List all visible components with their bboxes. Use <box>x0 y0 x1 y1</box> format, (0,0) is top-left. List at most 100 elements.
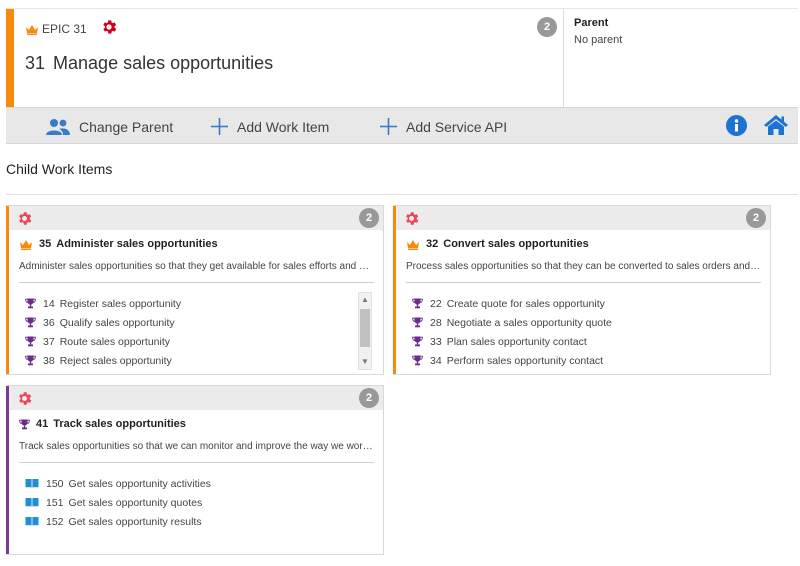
item-number: 34 <box>430 354 442 367</box>
card-title-text: Convert sales opportunities <box>443 238 589 250</box>
add-work-item-button[interactable]: Add Work Item <box>211 108 329 145</box>
card-number: 35 <box>39 238 52 250</box>
info-icon <box>726 115 747 136</box>
epic-label-row: EPIC 31 <box>25 20 118 38</box>
work-item-card[interactable]: 2 32 Convert sales opportunities Process … <box>393 205 771 375</box>
list-item[interactable]: 36 Qualify sales opportunity <box>25 313 355 332</box>
card-divider <box>19 282 374 283</box>
card-item-list: 150 Get sales opportunity activities 151 Ge… <box>25 474 355 531</box>
scroll-up-icon[interactable]: ▲ <box>359 293 371 307</box>
crown-icon <box>20 239 32 250</box>
change-parent-label: Change Parent <box>79 118 174 135</box>
card-title[interactable]: 32 Convert sales opportunities <box>406 238 589 250</box>
list-item[interactable]: 22 Create quote for sales opportunity <box>412 294 742 313</box>
card-number: 32 <box>426 238 439 250</box>
parent-value: No parent <box>574 34 623 46</box>
card-number: 41 <box>36 418 49 430</box>
list-item[interactable]: 151 Get sales opportunity quotes <box>25 493 355 512</box>
card-accent-bar <box>393 206 396 374</box>
card-title-text: Track sales opportunities <box>53 418 186 430</box>
item-label: Negotiate a sales opportunity quote <box>446 316 612 329</box>
header-main: EPIC 31 31 Manage sales opportunities 2 <box>14 9 564 107</box>
card-title-text: Administer sales opportunities <box>56 238 218 250</box>
trophy-icon <box>412 336 423 347</box>
work-item-title: Manage sales opportunities <box>53 53 274 73</box>
item-label: Plan sales opportunity contact <box>446 335 587 348</box>
add-work-item-label: Add Work Item <box>237 118 330 135</box>
header-accent-bar <box>6 9 14 107</box>
plus-icon <box>380 118 397 135</box>
gear-icon[interactable] <box>403 210 420 227</box>
item-label: Reject sales opportunity <box>59 354 172 367</box>
item-label: Create quote for sales opportunity <box>446 297 605 310</box>
list-item[interactable]: 38 Reject sales opportunity <box>25 351 355 370</box>
trophy-icon <box>25 336 36 347</box>
scroll-down-icon[interactable]: ▼ <box>359 355 371 369</box>
work-item-header: EPIC 31 31 Manage sales opportunities 2 P… <box>6 8 798 107</box>
item-label: Perform sales opportunity contact <box>446 354 604 367</box>
card-divider <box>406 282 761 283</box>
list-item[interactable]: 37 Route sales opportunity <box>25 332 355 351</box>
item-number: 150 <box>46 477 64 490</box>
item-label: Route sales opportunity <box>59 335 171 348</box>
card-divider <box>19 462 374 463</box>
card-description: Track sales opportunities so that we can… <box>19 441 374 452</box>
list-item[interactable]: 33 Plan sales opportunity contact <box>412 332 742 351</box>
change-parent-button[interactable]: Change Parent <box>46 108 173 145</box>
info-button[interactable] <box>726 115 747 141</box>
section-title: Child Work Items <box>6 161 113 177</box>
crown-icon <box>407 239 419 250</box>
item-number: 28 <box>430 316 442 329</box>
card-title[interactable]: 41 Track sales opportunities <box>19 418 186 430</box>
count-badge: 2 <box>537 17 557 37</box>
card-description: Administer sales opportunities so that t… <box>19 261 374 272</box>
add-service-api-label: Add Service API <box>406 118 508 135</box>
trophy-icon <box>412 355 423 366</box>
list-item[interactable]: 28 Negotiate a sales opportunity quote <box>412 313 742 332</box>
count-badge: 2 <box>359 388 379 408</box>
gear-icon[interactable] <box>16 210 33 227</box>
epic-label: EPIC 31 <box>42 22 87 36</box>
item-number: 38 <box>43 354 55 367</box>
card-header: 2 <box>9 386 383 410</box>
card-item-list: 22 Create quote for sales opportunity 28 Ne… <box>412 294 742 370</box>
card-accent-bar <box>6 206 9 374</box>
scrollbar-thumb[interactable] <box>360 309 370 347</box>
home-icon <box>764 115 788 135</box>
gear-icon[interactable] <box>16 390 33 407</box>
book-icon <box>25 479 39 489</box>
page-title: 31 Manage sales opportunities <box>25 53 273 74</box>
section-divider <box>6 194 798 195</box>
gear-icon[interactable] <box>100 18 118 36</box>
book-icon <box>25 498 39 508</box>
card-item-list: 14 Register sales opportunity 36 Qualify sa… <box>25 294 355 370</box>
work-item-number: 31 <box>25 53 46 73</box>
plus-icon <box>211 118 228 135</box>
item-label: Qualify sales opportunity <box>59 316 175 329</box>
trophy-icon <box>412 298 423 309</box>
list-item[interactable]: 34 Perform sales opportunity contact <box>412 351 742 370</box>
home-button[interactable] <box>763 114 789 141</box>
item-label: Get sales opportunity activities <box>68 477 211 490</box>
trophy-icon <box>25 355 36 366</box>
crown-icon <box>26 24 38 35</box>
scrollbar[interactable]: ▲ ▼ <box>358 292 372 370</box>
card-header: 2 <box>9 206 383 230</box>
toolbar: Change Parent Add Work Item Add Service … <box>6 107 798 144</box>
item-label: Get sales opportunity quotes <box>68 496 203 509</box>
trophy-icon <box>19 419 30 429</box>
users-icon <box>46 118 70 135</box>
item-number: 14 <box>43 297 55 310</box>
item-label: Get sales opportunity results <box>68 515 202 528</box>
work-item-card[interactable]: 2 35 Administer sales opportunities Admin… <box>6 205 384 375</box>
trophy-icon <box>25 317 36 328</box>
list-item[interactable]: 14 Register sales opportunity <box>25 294 355 313</box>
add-service-api-button[interactable]: Add Service API <box>380 108 507 145</box>
work-item-card[interactable]: 2 41 Track sales opportunities Track sale… <box>6 385 384 555</box>
book-icon <box>25 517 39 527</box>
item-number: 22 <box>430 297 442 310</box>
item-number: 37 <box>43 335 55 348</box>
list-item[interactable]: 150 Get sales opportunity activities <box>25 474 355 493</box>
list-item[interactable]: 152 Get sales opportunity results <box>25 512 355 531</box>
card-title[interactable]: 35 Administer sales opportunities <box>19 238 218 250</box>
